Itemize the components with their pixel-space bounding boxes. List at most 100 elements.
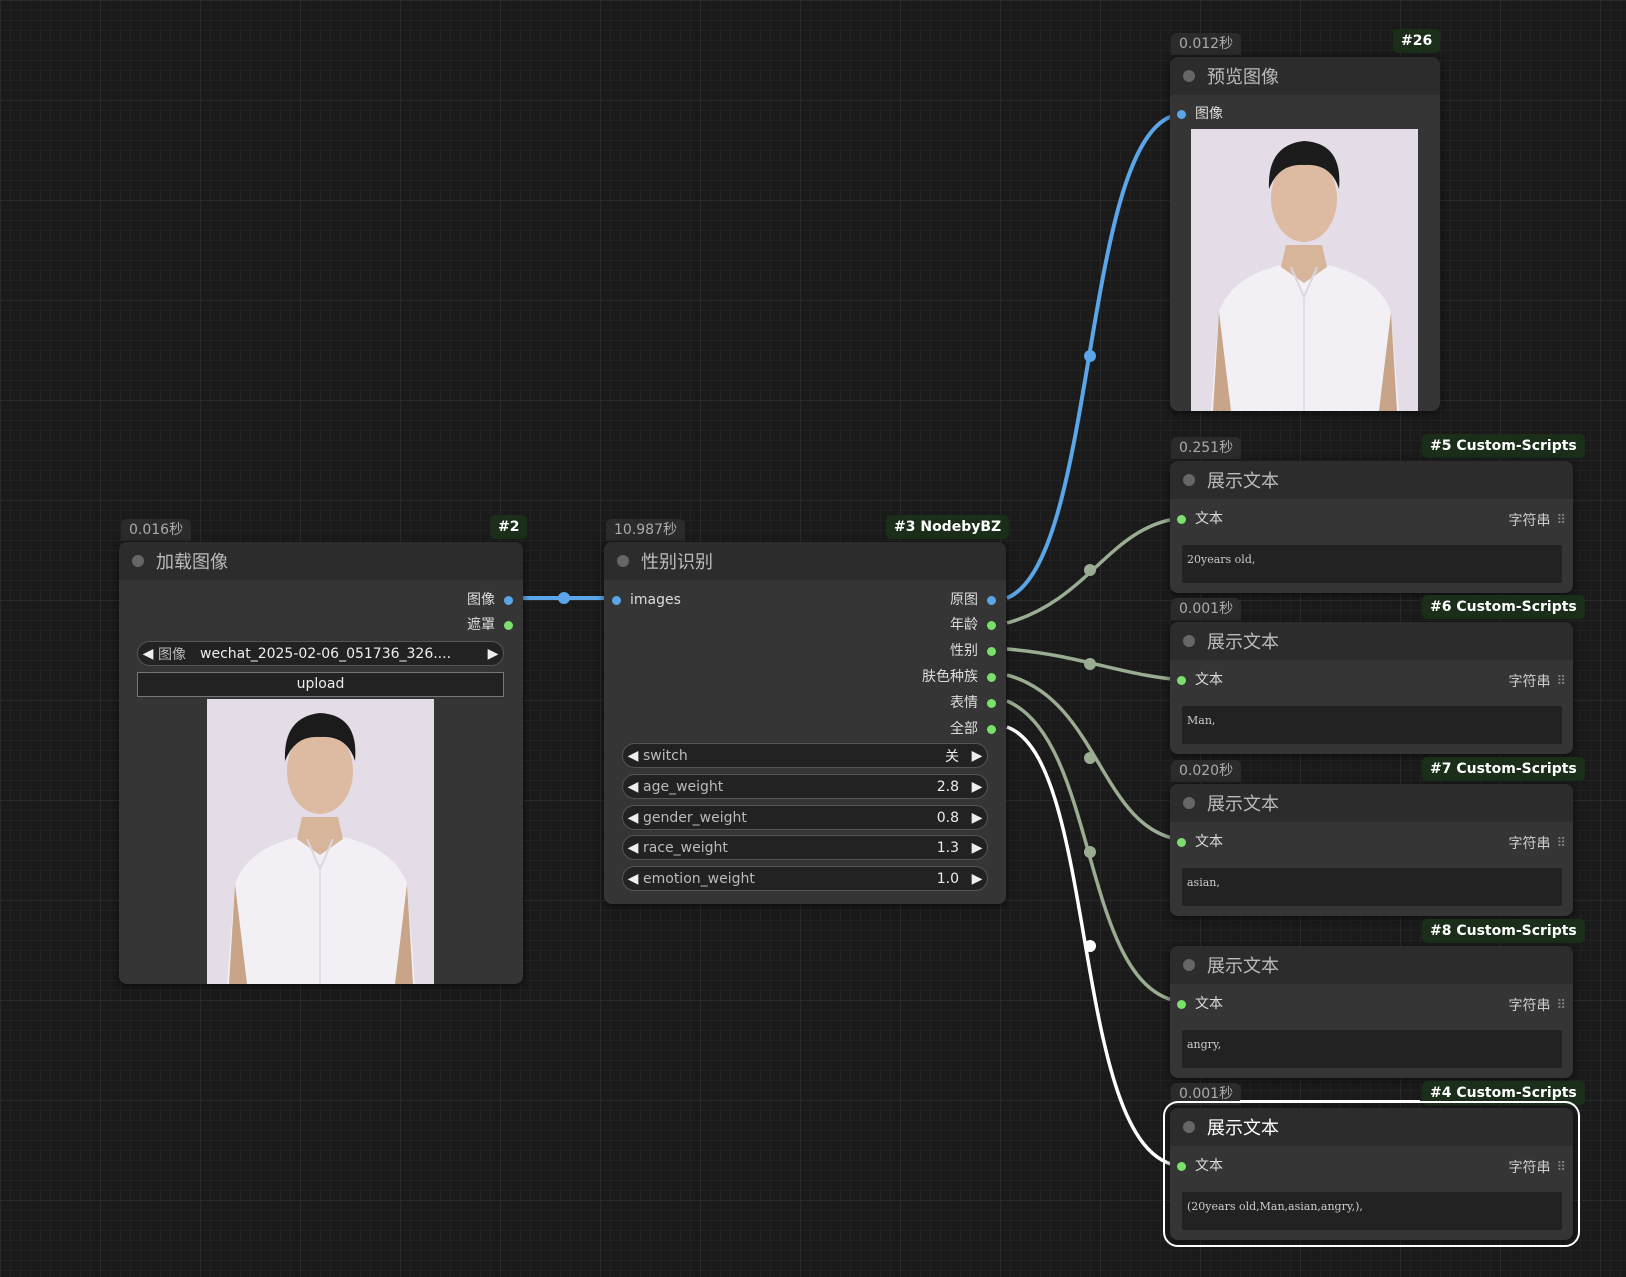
input-slot-text[interactable]: 文本	[1177, 993, 1223, 1015]
show-text-node[interactable]: 展示文本 文本 字符串 ⠿ angry,	[1170, 946, 1573, 1078]
link-midpoint[interactable]	[1084, 846, 1096, 858]
gender-recognition-node[interactable]: 性别识别 images 原图 年龄 性别 肤色种族 表情 全部 ◀ switch…	[604, 542, 1006, 904]
output-dot-icon[interactable]	[987, 724, 996, 734]
link-midpoint[interactable]	[1084, 564, 1096, 576]
age-weight-widget[interactable]: ◀ age_weight 2.8 ▶	[622, 774, 988, 799]
show-text-node[interactable]: 展示文本 文本 字符串 ⠿ Man,	[1170, 622, 1573, 754]
output-slot-original[interactable]: 原图	[950, 589, 996, 611]
upload-button[interactable]: upload	[137, 672, 504, 697]
node-id-badge: #6 Custom-Scripts	[1422, 595, 1585, 619]
input-dot-icon[interactable]	[1177, 1161, 1186, 1171]
show-text-node[interactable]: 展示文本 文本 字符串 ⠿ asian,	[1170, 784, 1573, 916]
output-dot-icon[interactable]	[987, 595, 996, 605]
input-slot-text[interactable]: 文本	[1177, 831, 1223, 853]
input-dot-icon[interactable]	[1177, 514, 1186, 524]
output-dot-icon[interactable]	[987, 672, 996, 682]
output-slot-image[interactable]: 图像	[467, 589, 513, 611]
input-slot-image[interactable]: 图像	[1177, 103, 1223, 125]
node-header[interactable]: 性别识别	[604, 542, 1006, 580]
arrow-left-icon[interactable]: ◀	[623, 779, 643, 795]
node-header[interactable]: 展示文本	[1170, 1108, 1573, 1146]
input-dot-icon[interactable]	[1177, 837, 1186, 847]
node-id-badge: #2	[490, 515, 528, 539]
gender-weight-widget[interactable]: ◀ gender_weight 0.8 ▶	[622, 805, 988, 830]
arrow-left-icon[interactable]: ◀	[623, 871, 643, 887]
output-dot-icon[interactable]	[504, 595, 513, 605]
node-header[interactable]: 展示文本	[1170, 461, 1573, 499]
widget-value: 关	[945, 748, 959, 765]
grip-icon[interactable]: ⠿	[1556, 1160, 1565, 1175]
text-output-box[interactable]: asian,	[1182, 868, 1562, 906]
input-slot-text[interactable]: 文本	[1177, 1155, 1223, 1177]
show-text-node-selected[interactable]: 展示文本 文本 字符串 ⠿ (20years old,Man,asian,ang…	[1163, 1101, 1580, 1247]
widget-value: 2.8	[936, 778, 959, 795]
node-header[interactable]: 展示文本	[1170, 784, 1573, 822]
slot-label: 文本	[1195, 672, 1223, 688]
node-header[interactable]: 展示文本	[1170, 946, 1573, 984]
arrow-right-icon[interactable]: ▶	[483, 646, 503, 662]
arrow-right-icon[interactable]: ▶	[967, 748, 987, 764]
text-output-box[interactable]: angry,	[1182, 1030, 1562, 1068]
type-tag: 字符串 ⠿	[1508, 510, 1565, 530]
grip-icon[interactable]: ⠿	[1556, 836, 1565, 851]
input-slot-images[interactable]: images	[612, 589, 681, 611]
node-header[interactable]: 展示文本	[1170, 622, 1573, 660]
output-dot-icon[interactable]	[987, 646, 996, 656]
link-midpoint[interactable]	[558, 592, 570, 604]
arrow-left-icon[interactable]: ◀	[623, 810, 643, 826]
input-dot-icon[interactable]	[612, 595, 621, 605]
link-midpoint[interactable]	[1084, 350, 1096, 362]
link-midpoint[interactable]	[1084, 658, 1096, 670]
node-id-badge: #8 Custom-Scripts	[1422, 919, 1585, 943]
output-dot-icon[interactable]	[987, 620, 996, 630]
output-dot-icon[interactable]	[504, 620, 513, 630]
slot-label: 表情	[950, 695, 978, 711]
collapse-dot-icon[interactable]	[132, 555, 144, 567]
grip-icon[interactable]: ⠿	[1556, 998, 1565, 1013]
link-midpoint[interactable]	[1084, 752, 1096, 764]
output-slot-gender[interactable]: 性别	[950, 640, 996, 662]
arrow-right-icon[interactable]: ▶	[967, 779, 987, 795]
collapse-dot-icon[interactable]	[1183, 70, 1195, 82]
output-slot-all[interactable]: 全部	[950, 718, 996, 740]
grip-icon[interactable]: ⠿	[1556, 674, 1565, 689]
collapse-dot-icon[interactable]	[1183, 959, 1195, 971]
preview-image-node[interactable]: 预览图像 图像	[1170, 57, 1440, 411]
output-slot-race[interactable]: 肤色种族	[922, 666, 996, 688]
grip-icon[interactable]: ⠿	[1556, 513, 1565, 528]
collapse-dot-icon[interactable]	[617, 555, 629, 567]
input-dot-icon[interactable]	[1177, 109, 1186, 119]
input-dot-icon[interactable]	[1177, 999, 1186, 1009]
arrow-right-icon[interactable]: ▶	[967, 871, 987, 887]
text-output-box[interactable]: (20years old,Man,asian,angry,),	[1182, 1192, 1562, 1230]
show-text-node[interactable]: 展示文本 文本 字符串 ⠿ 20years old,	[1170, 461, 1573, 593]
arrow-left-icon[interactable]: ◀	[138, 646, 158, 662]
race-weight-widget[interactable]: ◀ race_weight 1.3 ▶	[622, 835, 988, 860]
text-output-box[interactable]: Man,	[1182, 706, 1562, 744]
load-image-node[interactable]: 加载图像 图像 遮罩 ◀ 图像 wechat_2025-02-06_051736…	[119, 542, 523, 984]
collapse-dot-icon[interactable]	[1183, 1121, 1195, 1133]
input-dot-icon[interactable]	[1177, 675, 1186, 685]
output-slot-mask[interactable]: 遮罩	[467, 614, 513, 636]
collapse-dot-icon[interactable]	[1183, 797, 1195, 809]
node-header[interactable]: 加载图像	[119, 542, 523, 580]
arrow-left-icon[interactable]: ◀	[623, 748, 643, 764]
node-id-badge: #26	[1393, 29, 1441, 53]
arrow-right-icon[interactable]: ▶	[967, 840, 987, 856]
collapse-dot-icon[interactable]	[1183, 635, 1195, 647]
arrow-right-icon[interactable]: ▶	[967, 810, 987, 826]
output-dot-icon[interactable]	[987, 698, 996, 708]
collapse-dot-icon[interactable]	[1183, 474, 1195, 486]
node-header[interactable]: 预览图像	[1170, 57, 1440, 95]
image-combo-widget[interactable]: ◀ 图像 wechat_2025-02-06_051736_326.... ▶	[137, 641, 504, 666]
input-slot-text[interactable]: 文本	[1177, 508, 1223, 530]
emotion-weight-widget[interactable]: ◀ emotion_weight 1.0 ▶	[622, 866, 988, 891]
output-slot-emotion[interactable]: 表情	[950, 692, 996, 714]
input-slot-text[interactable]: 文本	[1177, 669, 1223, 691]
selection-line	[1240, 1100, 1420, 1101]
switch-widget[interactable]: ◀ switch 关 ▶	[622, 743, 988, 768]
arrow-left-icon[interactable]: ◀	[623, 840, 643, 856]
link-midpoint[interactable]	[1084, 940, 1096, 952]
text-output-box[interactable]: 20years old,	[1182, 545, 1562, 583]
output-slot-age[interactable]: 年龄	[950, 614, 996, 636]
